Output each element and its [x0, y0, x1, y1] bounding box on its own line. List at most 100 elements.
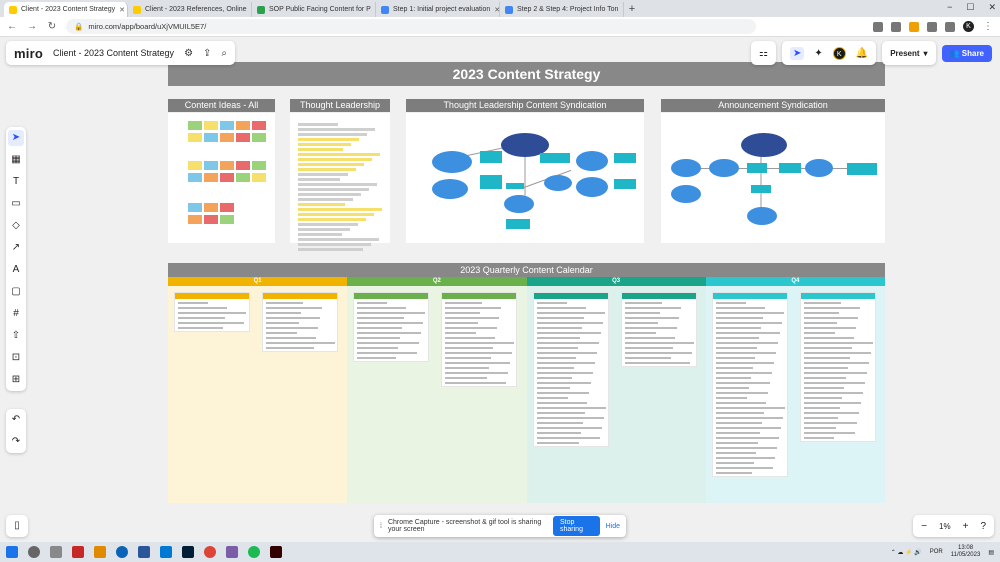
frame-icon[interactable]: # [8, 306, 24, 322]
diagram-box[interactable] [751, 185, 771, 193]
drag-handle-icon[interactable]: ⁞ [380, 523, 382, 530]
sticky-note[interactable] [188, 161, 202, 170]
upload-icon[interactable]: ⇧ [8, 328, 24, 344]
url-field[interactable]: 🔒 miro.com/app/board/uXjVMUIL5E7/ [66, 19, 756, 34]
zoom-level[interactable]: 1% [939, 522, 951, 531]
acrobat-icon[interactable] [72, 546, 84, 558]
mail-icon[interactable] [160, 546, 172, 558]
diagram-node[interactable] [805, 159, 833, 177]
settings-icon[interactable]: ⚙ [184, 48, 193, 59]
diagram-node[interactable] [432, 179, 468, 199]
app-icon[interactable] [226, 546, 238, 558]
keyboard-language[interactable]: POR [930, 549, 943, 555]
diagram-box[interactable] [614, 153, 636, 163]
hide-link[interactable]: Hide [606, 523, 620, 530]
frame-thought-leadership[interactable]: Thought Leadership [290, 99, 390, 251]
extension-icon[interactable] [909, 21, 919, 32]
sticky-note[interactable] [188, 215, 202, 224]
diagram-box[interactable] [614, 179, 636, 189]
diagram-node[interactable] [747, 207, 777, 225]
diagram-box[interactable] [540, 153, 570, 163]
bookmark-icon[interactable] [891, 21, 901, 32]
browser-tab[interactable]: Client - 2023 Content Strategy ✕ [4, 2, 128, 17]
sticky-note[interactable] [204, 121, 218, 130]
forward-icon[interactable]: → [26, 21, 38, 32]
sticky-note[interactable] [220, 173, 234, 182]
quarter-column[interactable] [705, 286, 885, 503]
diagram-node[interactable] [741, 133, 787, 157]
sticky-note[interactable] [220, 203, 234, 212]
puzzle-icon[interactable] [945, 21, 955, 32]
sticky-note[interactable] [236, 121, 250, 130]
sticky-note[interactable] [188, 121, 202, 130]
frame-announcement-syndication[interactable]: Announcement Syndication [661, 99, 885, 243]
help-icon[interactable]: ? [980, 521, 986, 532]
zoom-out-button[interactable]: − [921, 521, 927, 532]
diagram-node[interactable] [671, 185, 701, 203]
diagram-box[interactable] [480, 175, 502, 189]
back-icon[interactable]: ← [6, 21, 18, 32]
diagram-node[interactable] [576, 177, 608, 197]
crop-icon[interactable]: ⊡ [8, 350, 24, 366]
sticky-note[interactable] [220, 133, 234, 142]
sticky-note[interactable] [204, 173, 218, 182]
maximize-icon[interactable]: ☐ [966, 2, 974, 13]
diagram-node[interactable] [504, 195, 534, 213]
edge-icon[interactable] [116, 546, 128, 558]
sticky-note[interactable] [236, 133, 250, 142]
frame-thought-leadership-syndication[interactable]: Thought Leadership Content Syndication [406, 99, 644, 243]
diagram-node[interactable] [544, 175, 572, 191]
sticky-note[interactable] [236, 173, 250, 182]
content-card[interactable] [441, 292, 518, 387]
more-icon[interactable]: ⋮ [982, 21, 994, 32]
pen-icon[interactable]: A [8, 262, 24, 278]
sticky-note[interactable] [220, 161, 234, 170]
sticky-note[interactable] [252, 133, 266, 142]
celebrate-icon[interactable]: ✦ [814, 48, 822, 59]
tray-icons[interactable]: ⌃ ☁ ⚡ 🔊 [891, 549, 922, 556]
stop-sharing-button[interactable]: Stop sharing [553, 516, 600, 536]
text-icon[interactable]: T [8, 174, 24, 190]
cursor-reactions-icon[interactable]: ➤ [789, 46, 805, 60]
redo-icon[interactable]: ↷ [8, 434, 24, 450]
diagram-box[interactable] [747, 163, 767, 173]
sticky-note[interactable] [220, 121, 234, 130]
sticky-note[interactable] [220, 215, 234, 224]
spotify-icon[interactable] [248, 546, 260, 558]
sticky-note[interactable] [236, 161, 250, 170]
file-explorer-icon[interactable] [94, 546, 106, 558]
browser-tab[interactable]: Client - 2023 References, Online✕ [128, 2, 252, 17]
content-card[interactable] [262, 292, 338, 352]
diagram-node[interactable] [671, 159, 701, 177]
miro-logo[interactable]: miro [14, 46, 43, 61]
windows-start-icon[interactable] [6, 546, 18, 558]
undo-icon[interactable]: ↶ [8, 412, 24, 428]
sticky-note[interactable] [204, 161, 218, 170]
clock[interactable]: 13:08 11/05/2023 [951, 545, 981, 559]
new-tab-button[interactable]: + [624, 2, 640, 17]
reload-icon[interactable]: ↻ [46, 21, 58, 32]
export-icon[interactable]: ⇪ [203, 48, 211, 59]
diagram-node[interactable] [576, 151, 608, 171]
notifications-icon[interactable]: ▤ [988, 549, 994, 556]
sticky-note[interactable] [252, 173, 266, 182]
content-card[interactable] [174, 292, 250, 332]
content-card[interactable] [620, 292, 697, 367]
search-icon[interactable] [28, 546, 40, 558]
sticky-note-icon[interactable]: ▭ [8, 196, 24, 212]
templates-icon[interactable]: ▦ [8, 152, 24, 168]
minimize-icon[interactable]: − [947, 2, 952, 13]
diagram-box[interactable] [506, 183, 524, 189]
content-card[interactable] [532, 292, 609, 447]
user-avatar[interactable]: K [832, 46, 846, 60]
shapes-icon[interactable]: ◇ [8, 218, 24, 234]
present-button[interactable]: Present ▾ [890, 49, 927, 58]
content-card[interactable] [711, 292, 788, 477]
profile-avatar[interactable]: K [963, 21, 974, 32]
diagram-node[interactable] [432, 151, 472, 173]
diagram-box[interactable] [480, 151, 502, 163]
illustrator-icon[interactable] [270, 546, 282, 558]
quarter-column[interactable] [168, 286, 348, 503]
sticky-note[interactable] [188, 173, 202, 182]
share-button[interactable]: 👥 Share [941, 44, 992, 62]
